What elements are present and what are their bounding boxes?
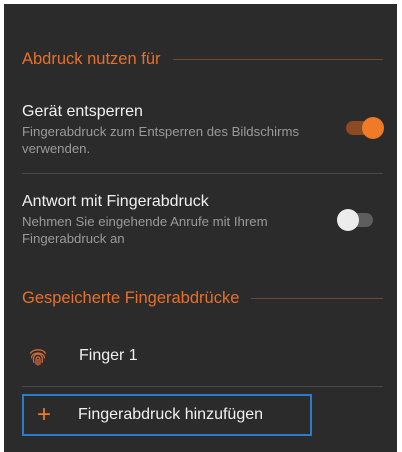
unlock-device-toggle[interactable] bbox=[344, 116, 384, 140]
plus-icon: + bbox=[36, 401, 51, 428]
section-title-use-for: Abdruck nutzen für bbox=[22, 50, 161, 68]
section-header-saved: Gespeicherte Fingerabdrücke bbox=[22, 289, 383, 308]
section-header-line bbox=[172, 59, 383, 60]
add-fingerprint-label: Fingerabdruck hinzufügen bbox=[78, 406, 264, 423]
section-title-saved: Gespeicherte Fingerabdrücke bbox=[22, 289, 240, 307]
answer-call-title: Antwort mit Fingerabdruck bbox=[22, 193, 209, 210]
section-header-use-for: Abdruck nutzen für bbox=[22, 50, 383, 69]
unlock-device-subtitle: Fingerabdruck zum Entsperren des Bildsch… bbox=[22, 124, 300, 156]
answer-call-toggle[interactable] bbox=[337, 208, 377, 232]
divider bbox=[22, 386, 383, 387]
section-header-line bbox=[251, 298, 383, 299]
settings-screen: Abdruck nutzen für Gerät entsperren Fing… bbox=[4, 4, 397, 452]
unlock-device-title: Gerät entsperren bbox=[22, 103, 143, 120]
answer-call-row[interactable]: Antwort mit Fingerabdruck Nehmen Sie ein… bbox=[22, 192, 383, 247]
divider bbox=[22, 173, 383, 174]
toggle-thumb bbox=[337, 209, 359, 231]
fingerprint-item[interactable]: Finger 1 bbox=[22, 341, 383, 371]
fingerprint-label: Finger 1 bbox=[79, 347, 138, 364]
add-fingerprint-button[interactable]: + Fingerabdruck hinzufügen bbox=[22, 394, 312, 436]
answer-call-subtitle: Nehmen Sie eingehende Anrufe mit Ihrem F… bbox=[22, 214, 268, 246]
unlock-device-row[interactable]: Gerät entsperren Fingerabdruck zum Entsp… bbox=[22, 102, 383, 157]
fingerprint-icon bbox=[30, 349, 46, 366]
toggle-thumb bbox=[362, 117, 384, 139]
